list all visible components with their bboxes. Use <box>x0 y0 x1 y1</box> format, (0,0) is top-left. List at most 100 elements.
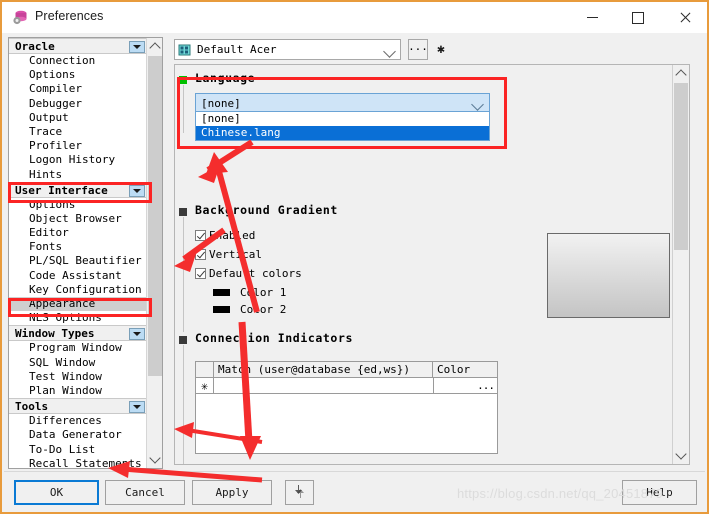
sidebar-item-nls-options[interactable]: NLS Options <box>9 311 147 325</box>
sidebar-item-sql-window[interactable]: SQL Window <box>9 356 147 370</box>
language-selected-value: [none] <box>201 97 241 110</box>
sidebar-item-options[interactable]: Options <box>9 68 147 82</box>
settings-scroll-thumb[interactable] <box>674 83 688 250</box>
language-option-chinese[interactable]: Chinese.lang <box>196 126 489 140</box>
sidebar-item-plsql-beautifier[interactable]: PL/SQL Beautifier <box>9 254 147 268</box>
sidebar-item-code-assistant[interactable]: Code Assistant <box>9 269 147 283</box>
table-row[interactable]: ✳ ... <box>196 378 497 394</box>
color-1-row[interactable]: Color 1 <box>213 285 286 300</box>
chevron-down-icon[interactable] <box>129 401 145 414</box>
sidebar-item-debugger[interactable]: Debugger <box>9 97 147 111</box>
sidebar-item-to-do-list[interactable]: To-Do List <box>9 443 147 457</box>
browse-button[interactable]: ··· <box>408 39 428 60</box>
window-title: Preferences <box>35 9 104 23</box>
section-rule <box>183 217 184 332</box>
scroll-up-icon[interactable] <box>673 65 689 82</box>
section-title-connection-indicators: Connection Indicators <box>195 331 353 345</box>
sidebar-item-connection[interactable]: Connection <box>9 54 147 68</box>
table-header-row: Match (user@database {ed,ws}) Color <box>196 362 497 378</box>
import-export-button[interactable] <box>285 480 314 505</box>
ok-button[interactable]: OK <box>14 480 99 505</box>
chevron-down-icon[interactable] <box>129 41 145 53</box>
preference-set-icon <box>178 43 192 57</box>
language-option-none[interactable]: [none] <box>196 112 489 126</box>
tree-group-window-types[interactable]: Window Types <box>9 325 147 342</box>
tree-group-user-interface[interactable]: User Interface <box>9 181 147 198</box>
sidebar-item-fonts[interactable]: Fonts <box>9 240 147 254</box>
sidebar-item-output[interactable]: Output <box>9 111 147 125</box>
section-rule <box>183 345 184 464</box>
sidebar-item-compiler[interactable]: Compiler <box>9 82 147 96</box>
checkbox-vertical[interactable]: Vertical <box>195 247 262 262</box>
settings-pane: Default Acer ··· ✱ Language [none] [none… <box>168 37 701 469</box>
preferences-window: Preferences Oracle Connection Options Co… <box>0 0 709 514</box>
chevron-down-icon[interactable] <box>471 98 484 111</box>
section-title-background-gradient: Background Gradient <box>195 203 338 217</box>
chevron-down-icon[interactable] <box>129 328 145 341</box>
apply-button[interactable]: Apply <box>192 480 272 505</box>
sidebar-item-trace[interactable]: Trace <box>9 125 147 139</box>
color-2-row[interactable]: Color 2 <box>213 302 286 317</box>
row-new-marker-icon: ✳ <box>196 378 214 393</box>
cancel-button[interactable]: Cancel <box>105 480 185 505</box>
scroll-down-icon[interactable] <box>673 447 689 464</box>
minimize-button[interactable] <box>569 2 615 33</box>
maximize-button[interactable] <box>615 2 661 33</box>
sidebar-item-key-configuration[interactable]: Key Configuration <box>9 283 147 297</box>
sidebar-item-plan-window[interactable]: Plan Window <box>9 384 147 398</box>
checkbox-label: Default colors <box>209 267 302 280</box>
language-dropdown-list[interactable]: [none] Chinese.lang <box>195 112 490 141</box>
sidebar-item-appearance[interactable]: Appearance <box>9 297 147 312</box>
checkbox-icon <box>195 230 206 241</box>
close-button[interactable] <box>661 2 707 33</box>
section-marker-icon[interactable] <box>179 76 187 84</box>
sidebar-item-ui-options[interactable]: Options <box>9 198 147 212</box>
section-marker-icon[interactable] <box>179 208 187 216</box>
sidebar-item-differences[interactable]: Differences <box>9 414 147 428</box>
scroll-down-icon[interactable] <box>147 451 162 468</box>
color-label: Color 1 <box>240 286 287 299</box>
color-swatch[interactable] <box>213 306 230 313</box>
row-color-picker[interactable]: ... <box>434 378 497 393</box>
tree-group-label: Tools <box>15 400 49 414</box>
chevron-down-icon[interactable] <box>383 45 396 58</box>
minimize-icon <box>586 17 598 18</box>
tree-group-oracle[interactable]: Oracle <box>9 38 147 54</box>
settings-scrollbar[interactable] <box>672 65 689 464</box>
section-marker-icon[interactable] <box>179 336 187 344</box>
sidebar-item-recall-statements[interactable]: Recall Statements <box>9 457 147 468</box>
color-label: Color 2 <box>240 303 287 316</box>
preferences-tree[interactable]: Oracle Connection Options Compiler Debug… <box>8 37 163 469</box>
sidebar-item-data-generator[interactable]: Data Generator <box>9 428 147 442</box>
tree-group-label: Oracle <box>15 40 55 53</box>
checkbox-default-colors[interactable]: Default colors <box>195 266 302 281</box>
checkbox-icon <box>195 268 206 279</box>
checkbox-set-toolbar-indicator[interactable]: Set toolbar indicator <box>195 463 348 464</box>
sidebar-item-hints[interactable]: Hints <box>9 168 147 182</box>
language-select[interactable]: [none] <box>195 93 490 112</box>
preference-set-combo[interactable]: Default Acer <box>174 39 401 60</box>
chevron-down-icon[interactable] <box>129 184 145 197</box>
color-swatch[interactable] <box>213 289 230 296</box>
sidebar-item-editor[interactable]: Editor <box>9 226 147 240</box>
import-export-icon <box>292 484 307 502</box>
tree-scrollbar[interactable] <box>146 38 162 468</box>
tree-group-tools[interactable]: Tools <box>9 398 147 415</box>
sidebar-item-test-window[interactable]: Test Window <box>9 370 147 384</box>
tree-list: Oracle Connection Options Compiler Debug… <box>9 38 147 468</box>
profile-toolbar: Default Acer ··· ✱ <box>174 39 690 61</box>
sidebar-item-logon-history[interactable]: Logon History <box>9 153 147 167</box>
sidebar-item-program-window[interactable]: Program Window <box>9 341 147 355</box>
preference-set-value: Default Acer <box>197 43 277 56</box>
scroll-up-icon[interactable] <box>147 38 162 55</box>
table-header-color: Color <box>437 363 471 376</box>
sidebar-item-profiler[interactable]: Profiler <box>9 139 147 153</box>
row-match-cell[interactable] <box>214 378 434 393</box>
connection-indicators-table[interactable]: Match (user@database {ed,ws}) Color ✳ ..… <box>195 361 498 454</box>
tree-scroll-thumb[interactable] <box>148 56 162 376</box>
tree-group-label: User Interface <box>15 183 108 197</box>
checkbox-enabled[interactable]: Enabled <box>195 228 255 243</box>
asterisk-icon[interactable]: ✱ <box>434 42 448 57</box>
title-bar: Preferences <box>2 2 707 33</box>
sidebar-item-object-browser[interactable]: Object Browser <box>9 212 147 226</box>
